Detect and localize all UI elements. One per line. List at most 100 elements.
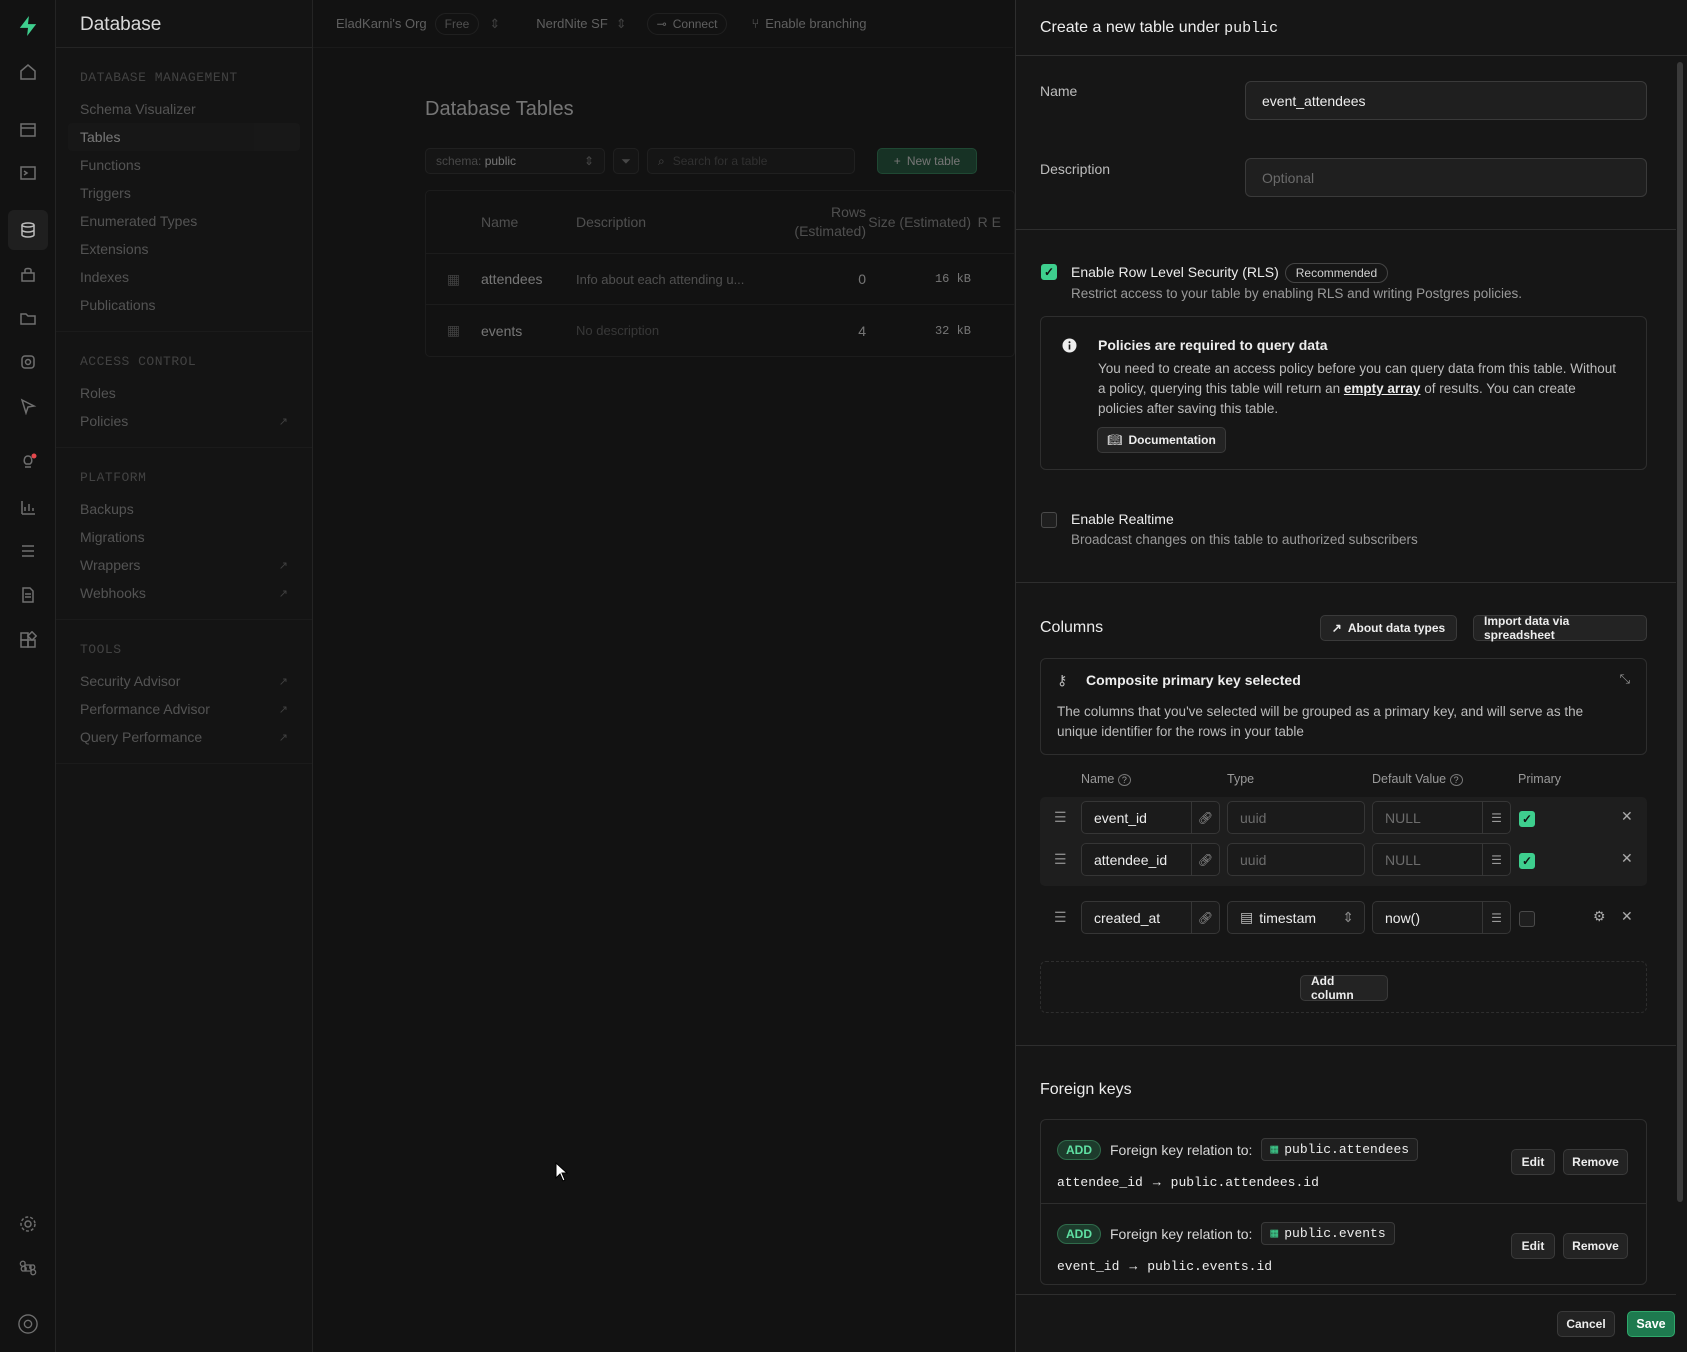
column-name-input[interactable]: event_id 🔗︎ (1081, 801, 1220, 834)
reports-icon[interactable] (18, 497, 38, 517)
rls-checkbox[interactable]: ✓ (1041, 264, 1057, 280)
table-icon: ▦ (446, 270, 461, 287)
column-type-select[interactable]: ▤ timestam ⇕ (1227, 901, 1365, 934)
list-icon[interactable]: ☰ (1482, 802, 1510, 833)
column-name-input[interactable]: attendee_id 🔗︎ (1081, 843, 1220, 876)
collapse-icon[interactable]: ⤡ (1620, 671, 1630, 687)
project-name[interactable]: NerdNite SF (536, 16, 608, 31)
table-name-input[interactable] (1245, 81, 1647, 120)
drag-handle-icon[interactable]: ☰ (1054, 851, 1067, 868)
sidebar-item-policies[interactable]: Policies ↗ (80, 407, 288, 435)
org-name[interactable]: EladKarni's Org (336, 16, 427, 31)
column-default-input[interactable]: now() ☰ (1372, 901, 1511, 934)
import-spreadsheet-button[interactable]: Import data via spreadsheet (1473, 614, 1647, 642)
settings-icon[interactable] (18, 1214, 38, 1234)
help-icon[interactable]: ? (1449, 774, 1463, 786)
cancel-button[interactable]: Cancel (1557, 1311, 1615, 1337)
policy-title: Policies are required to query data (1098, 337, 1328, 353)
sidebar-item-performance-advisor[interactable]: Performance Advisor ↗ (80, 695, 288, 723)
sidebar-item-triggers[interactable]: Triggers (80, 179, 288, 207)
logs-icon[interactable] (18, 541, 38, 561)
sidebar-item-wrappers[interactable]: Wrappers ↗ (80, 551, 288, 579)
sidebar-item-tables[interactable]: Tables (68, 123, 300, 151)
advisors-icon[interactable] (18, 452, 38, 472)
realtime-icon[interactable] (18, 396, 38, 416)
integrations-icon[interactable] (18, 630, 38, 650)
save-button[interactable]: Save (1627, 1311, 1675, 1337)
user-icon[interactable] (18, 1314, 38, 1334)
add-column-button[interactable]: Add column (1300, 974, 1388, 1002)
org-switcher-chevron-icon[interactable]: ⇕ (489, 16, 500, 32)
chevron-updown-icon: ⇕ (583, 154, 594, 168)
primary-key-checkbox[interactable] (1519, 911, 1535, 927)
storage-icon[interactable] (18, 308, 38, 328)
sidebar-item-roles[interactable]: Roles (80, 379, 288, 407)
logo-icon[interactable] (18, 16, 38, 36)
drag-handle-icon[interactable]: ☰ (1054, 909, 1067, 926)
remove-column-icon[interactable]: ✕ (1621, 808, 1633, 825)
primary-key-checkbox[interactable]: ✓ (1519, 811, 1535, 827)
sidebar-item-schema-visualizer[interactable]: Schema Visualizer (80, 95, 288, 123)
database-sidebar: Database Database Management Schema Visua… (56, 0, 313, 1352)
link-icon[interactable]: 🔗︎ (1191, 902, 1219, 933)
remove-fk-button[interactable]: Remove (1563, 1149, 1628, 1175)
column-type-select[interactable]: uuid (1227, 801, 1365, 834)
command-icon[interactable] (18, 1258, 38, 1278)
sidebar-item-indexes[interactable]: Indexes (80, 263, 288, 291)
remove-column-icon[interactable]: ✕ (1621, 908, 1633, 925)
gear-icon[interactable]: ⚙︎ (1593, 908, 1606, 925)
table-search-input[interactable]: ⌕ Search for a table (647, 148, 855, 174)
sidebar-item-extensions[interactable]: Extensions (80, 235, 288, 263)
sidebar-item-query-performance[interactable]: Query Performance ↗ (80, 723, 288, 751)
connect-button[interactable]: ⊸ Connect (646, 12, 728, 35)
api-docs-icon[interactable] (18, 585, 38, 605)
link-icon[interactable]: 🔗︎ (1191, 802, 1219, 833)
project-switcher-chevron-icon[interactable]: ⇕ (616, 16, 627, 32)
database-icon[interactable] (8, 210, 48, 250)
empty-array-link[interactable]: empty array (1344, 381, 1421, 396)
column-name-input[interactable]: created_at 🔗︎ (1081, 901, 1220, 934)
sidebar-item-functions[interactable]: Functions (80, 151, 288, 179)
primary-key-checkbox[interactable]: ✓ (1519, 853, 1535, 869)
sidebar-item-migrations[interactable]: Migrations (80, 523, 288, 551)
table-editor-icon[interactable] (18, 120, 38, 140)
column-type-select[interactable]: uuid (1227, 843, 1365, 876)
home-icon[interactable] (18, 62, 38, 82)
edge-functions-icon[interactable] (18, 352, 38, 372)
new-table-button[interactable]: + New table (877, 148, 977, 174)
edit-fk-button[interactable]: Edit (1511, 1233, 1555, 1259)
table-row[interactable]: ▦ attendees Info about each attending u.… (426, 254, 1014, 305)
table-row[interactable]: ▦ events No description 4 32 kB (426, 305, 1014, 356)
auth-icon[interactable] (18, 264, 38, 284)
sidebar-item-webhooks[interactable]: Webhooks ↗ (80, 579, 288, 607)
schema-select[interactable]: schema: public ⇕ (425, 148, 605, 174)
add-tag: ADD (1057, 1223, 1101, 1244)
panel-scrollbar[interactable] (1677, 62, 1683, 1202)
column-default-input[interactable]: NULL ☰ (1372, 801, 1511, 834)
table-grid-icon: ▦ (1270, 1226, 1279, 1241)
policy-text: You need to create an access policy befo… (1098, 361, 1617, 416)
filter-button[interactable]: ⏷ (613, 148, 639, 174)
sidebar-item-enumerated-types[interactable]: Enumerated Types (80, 207, 288, 235)
list-icon[interactable]: ☰ (1482, 902, 1510, 933)
sidebar-item-backups[interactable]: Backups (80, 495, 288, 523)
description-input[interactable] (1245, 158, 1647, 197)
column-default-input[interactable]: NULL ☰ (1372, 843, 1511, 876)
enable-branching-button[interactable]: ⑂ Enable branching (751, 16, 866, 31)
remove-column-icon[interactable]: ✕ (1621, 850, 1633, 867)
arrow-right-icon: → (1129, 1259, 1138, 1274)
sidebar-item-publications[interactable]: Publications (80, 291, 288, 319)
remove-fk-button[interactable]: Remove (1563, 1233, 1628, 1259)
foreign-keys-list: ADD Foreign key relation to: ▦ public.att… (1040, 1119, 1647, 1285)
list-icon[interactable]: ☰ (1482, 844, 1510, 875)
about-data-types-button[interactable]: ↗ About data types (1320, 615, 1457, 641)
realtime-checkbox[interactable] (1041, 512, 1057, 528)
drag-handle-icon[interactable]: ☰ (1054, 809, 1067, 826)
documentation-button[interactable]: 📖︎ Documentation (1097, 427, 1226, 453)
sidebar-item-security-advisor[interactable]: Security Advisor ↗ (80, 667, 288, 695)
help-icon[interactable]: ? (1117, 774, 1131, 786)
sql-editor-icon[interactable] (18, 163, 38, 183)
sidebar-section: Access Control Roles Policies ↗ (56, 332, 312, 448)
link-icon[interactable]: 🔗︎ (1191, 844, 1219, 875)
edit-fk-button[interactable]: Edit (1511, 1149, 1555, 1175)
